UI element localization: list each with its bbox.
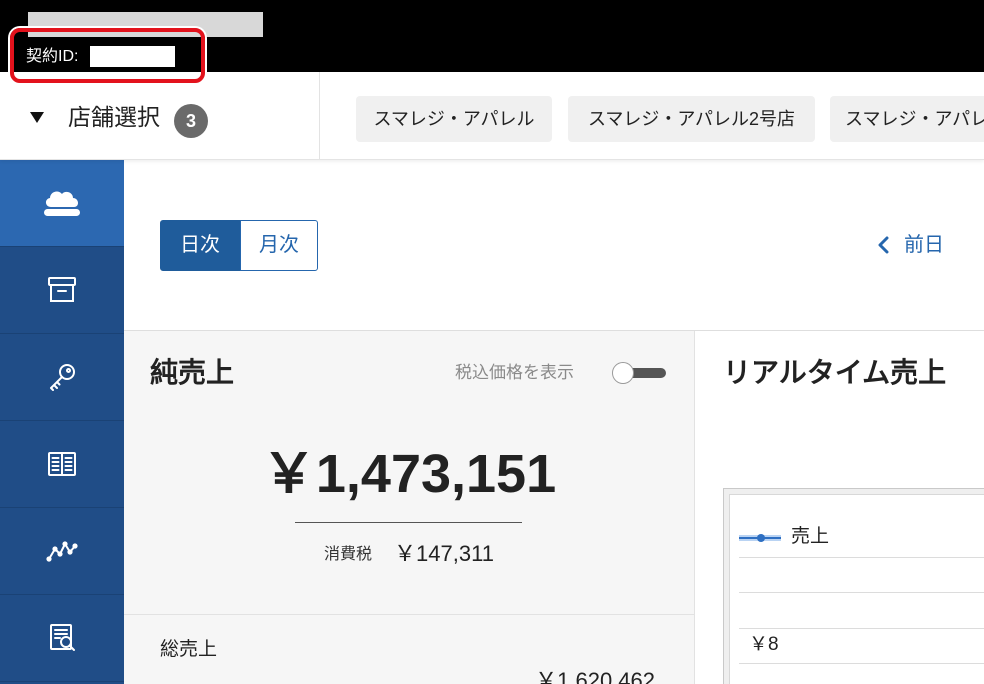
- sidebar-item-report[interactable]: [0, 595, 124, 682]
- period-controls: 日次 月次 前日: [124, 160, 984, 331]
- divider: [319, 72, 320, 159]
- daily-tab[interactable]: 日次: [160, 220, 240, 271]
- caret-down-icon: [30, 112, 44, 123]
- realtime-sales-card: リアルタイム売上 売上 ￥8: [694, 331, 984, 684]
- chart-line-icon: [46, 541, 78, 562]
- store-chip[interactable]: スマレジ・アパレ: [830, 96, 984, 142]
- gross-sales-label: 総売上: [160, 639, 218, 660]
- realtime-sales-title: リアルタイム売上: [723, 357, 947, 388]
- sidebar-nav: [0, 160, 124, 684]
- store-count-badge: 3: [174, 104, 208, 138]
- gridline: [739, 557, 984, 558]
- previous-day-label: 前日: [904, 234, 944, 256]
- realtime-chart-panel: 売上 ￥8: [729, 494, 984, 684]
- sidebar-item-key[interactable]: [0, 334, 124, 421]
- chart-value-label: ￥8: [749, 634, 779, 655]
- cloud-icon: [44, 191, 80, 216]
- realtime-chart-frame: 売上 ￥8: [723, 488, 984, 684]
- consumption-tax-label: 消費税: [324, 546, 373, 563]
- redacted-account-name: [28, 12, 263, 37]
- amount-underline: [295, 522, 522, 523]
- key-icon: [50, 364, 75, 391]
- store-select-toggle[interactable]: 店舗選択 3: [0, 72, 319, 159]
- gross-sales-amount: ￥1,620,462: [535, 668, 655, 684]
- store-selector-bar: 店舗選択 3 スマレジ・アパレル スマレジ・アパレル2号店 スマレジ・アパレ: [0, 72, 984, 160]
- chevron-left-icon: [878, 236, 889, 254]
- sidebar-item-cloud[interactable]: [0, 160, 124, 247]
- consumption-tax-row: 消費税 ￥147,311: [124, 537, 694, 567]
- previous-day-link[interactable]: 前日: [877, 230, 944, 260]
- sidebar-item-book[interactable]: [0, 421, 124, 508]
- book-icon: [48, 452, 76, 476]
- monthly-tab[interactable]: 月次: [240, 220, 318, 271]
- archive-box-icon: [48, 277, 76, 302]
- store-select-title: 店舗選択: [68, 104, 160, 130]
- consumption-tax-amount: ￥147,311: [394, 541, 494, 566]
- toggle-knob: [612, 362, 634, 384]
- top-bar: 契約ID:: [0, 0, 984, 72]
- sidebar-item-archive[interactable]: [0, 247, 124, 334]
- contract-id-label: 契約ID:: [26, 48, 79, 65]
- tax-included-label: 税込価格を表示: [455, 363, 574, 382]
- gridline: [739, 663, 984, 664]
- report-search-icon: [50, 624, 75, 651]
- legend-label: 売上: [791, 526, 830, 547]
- net-sales-amount: ￥1,473,151: [261, 444, 557, 504]
- store-chip[interactable]: スマレジ・アパレル: [356, 96, 552, 142]
- net-sales-title: 純売上: [150, 357, 235, 388]
- divider: [124, 614, 694, 615]
- legend-line-icon: [739, 534, 781, 542]
- gridline: [739, 628, 984, 629]
- gridline: [739, 592, 984, 593]
- net-sales-card: 純売上 税込価格を表示 ￥1,473,151 消費税 ￥147,311 総売上 …: [124, 331, 694, 684]
- sidebar-item-analytics[interactable]: [0, 508, 124, 595]
- tax-included-toggle[interactable]: [612, 362, 666, 384]
- redacted-contract-id: [90, 46, 175, 67]
- store-chip[interactable]: スマレジ・アパレル2号店: [568, 96, 815, 142]
